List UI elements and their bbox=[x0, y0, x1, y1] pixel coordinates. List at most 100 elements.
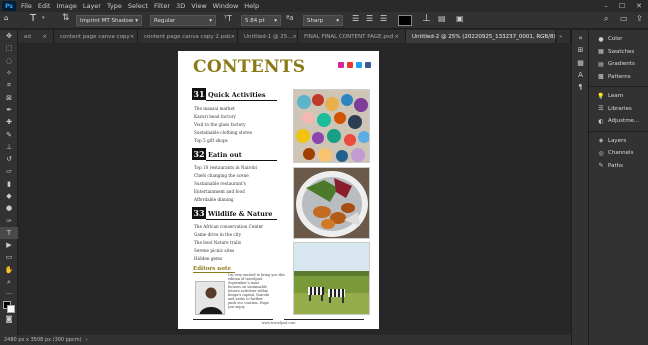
quick-select-tool-icon[interactable]: ✧ bbox=[0, 67, 18, 79]
search-icon[interactable]: ⌕ bbox=[604, 14, 608, 24]
panel-learn[interactable]: 💡 Learn bbox=[589, 90, 648, 103]
panel-paths[interactable]: ✎ Paths bbox=[589, 160, 648, 173]
panel-icon-strip: « ⊞ ▦ A ¶ bbox=[571, 30, 588, 345]
section-underline bbox=[206, 100, 277, 101]
workspace-icon[interactable]: ▭ bbox=[620, 14, 628, 23]
home-icon[interactable]: ⌂ bbox=[4, 14, 8, 22]
photoshop-logo: Ps bbox=[2, 1, 16, 11]
list-item: The best Nature trails bbox=[194, 240, 241, 245]
menu-window[interactable]: Window bbox=[210, 2, 242, 10]
type-tool-icon[interactable]: T bbox=[30, 13, 36, 24]
pen-tool-icon[interactable]: ✑ bbox=[0, 214, 18, 226]
panel-color[interactable]: ● Color bbox=[589, 33, 648, 46]
panel-patterns[interactable]: ▩ Patterns bbox=[589, 71, 648, 84]
document-dimensions: 2480 px x 3508 px (300 ppcm) bbox=[4, 337, 82, 343]
section-heading: Eatin out bbox=[208, 151, 242, 159]
rectangle-tool-icon[interactable]: ▭ bbox=[0, 251, 18, 263]
list-item: Visit to the glass factory bbox=[194, 122, 246, 127]
history-icon[interactable]: ⊞ bbox=[572, 44, 589, 56]
adjustments-icon: ◐ bbox=[598, 117, 604, 125]
text-orientation-icon[interactable]: ⇅ bbox=[62, 13, 70, 23]
more-tools-icon[interactable]: ··· bbox=[0, 288, 18, 300]
panel-layers[interactable]: ◈ Layers bbox=[589, 135, 648, 148]
collapse-panels-icon[interactable]: « bbox=[572, 32, 589, 44]
text-color-swatch[interactable] bbox=[398, 15, 412, 26]
frame-tool-icon[interactable]: ⊠ bbox=[0, 91, 18, 103]
path-select-tool-icon[interactable]: ▶ bbox=[0, 239, 18, 251]
eraser-tool-icon[interactable]: ▱ bbox=[0, 165, 18, 177]
close-icon[interactable]: ✕ bbox=[631, 0, 647, 12]
font-style-select[interactable]: Regular ▾ bbox=[150, 15, 216, 26]
color-icon: ● bbox=[598, 35, 604, 43]
character-panel-icon[interactable]: ▤ bbox=[438, 14, 446, 23]
list-item: Serene picnic sites bbox=[194, 248, 235, 253]
marquee-tool-icon[interactable]: ⬚ bbox=[0, 42, 18, 54]
list-item: Top 10 restaurants in Nairobi bbox=[194, 165, 257, 170]
healing-brush-tool-icon[interactable]: ✚ bbox=[0, 116, 18, 128]
chevron-down-icon[interactable]: ▾ bbox=[42, 15, 45, 21]
align-center-icon[interactable]: ☰ bbox=[366, 14, 373, 23]
hand-tool-icon[interactable]: ✋ bbox=[0, 264, 18, 276]
menu-layer[interactable]: Layer bbox=[80, 2, 104, 10]
dodge-tool-icon[interactable]: ● bbox=[0, 202, 18, 214]
type-tool-icon[interactable]: T bbox=[0, 226, 18, 240]
youtube-icon bbox=[347, 62, 353, 68]
tab-doc-4[interactable]: Untitled-1 @ 25... × bbox=[238, 30, 298, 43]
tab-doc-2[interactable]: content page canva copy × bbox=[54, 30, 138, 43]
antialias-select[interactable]: Sharp ▾ bbox=[303, 15, 343, 26]
minimize-icon[interactable]: – bbox=[598, 0, 614, 12]
chevron-right-icon[interactable]: › bbox=[86, 337, 88, 343]
font-size-icon: ᵀT bbox=[224, 14, 232, 23]
menu-file[interactable]: File bbox=[18, 2, 35, 10]
align-right-icon[interactable]: ☰ bbox=[380, 14, 387, 23]
clone-stamp-tool-icon[interactable]: ⊥ bbox=[0, 141, 18, 153]
move-tool-icon[interactable]: ✥ bbox=[0, 30, 18, 42]
maximize-icon[interactable]: ☐ bbox=[614, 0, 630, 12]
facebook-icon bbox=[365, 62, 371, 68]
tab-overflow-icon[interactable]: » bbox=[556, 30, 571, 43]
font-size-field[interactable]: 5.84 pt ▾ bbox=[241, 15, 281, 26]
paragraph-icon[interactable]: ¶ bbox=[572, 81, 589, 93]
character-icon[interactable]: A bbox=[572, 69, 589, 81]
warp-text-icon[interactable]: ⊥ bbox=[422, 13, 431, 24]
menu-help[interactable]: Help bbox=[241, 2, 262, 10]
lasso-tool-icon[interactable]: ◌ bbox=[0, 55, 18, 67]
crop-tool-icon[interactable]: ⌗ bbox=[0, 79, 18, 91]
gradient-tool-icon[interactable]: ▮ bbox=[0, 178, 18, 190]
menu-3d[interactable]: 3D bbox=[173, 2, 188, 10]
panel-adjustments[interactable]: ◐ Adjustme... bbox=[589, 115, 648, 128]
brush-tool-icon[interactable]: ✎ bbox=[0, 128, 18, 140]
color-swatches-icon[interactable] bbox=[0, 300, 18, 313]
share-icon[interactable]: ⇪ bbox=[636, 14, 643, 23]
panel-swatches[interactable]: ▦ Swatches bbox=[589, 46, 648, 59]
menu-view[interactable]: View bbox=[188, 2, 209, 10]
3d-icon[interactable]: ▣ bbox=[456, 14, 464, 23]
blur-tool-icon[interactable]: ◆ bbox=[0, 190, 18, 202]
align-left-icon[interactable]: ☰ bbox=[352, 14, 359, 23]
font-family-select[interactable]: Imprint MT Shadow ▾ bbox=[76, 15, 142, 26]
tab-doc-5[interactable]: FINAL FINAL CONTENT PAGE.psd × bbox=[298, 30, 406, 43]
properties-icon[interactable]: ▦ bbox=[572, 57, 589, 69]
zoom-tool-icon[interactable]: ⌕ bbox=[0, 276, 18, 288]
eyedropper-tool-icon[interactable]: ✒ bbox=[0, 104, 18, 116]
history-brush-tool-icon[interactable]: ↺ bbox=[0, 153, 18, 165]
zebras-photo bbox=[293, 242, 370, 315]
panel-libraries[interactable]: ☰ Libraries bbox=[589, 103, 648, 116]
menu-filter[interactable]: Filter bbox=[151, 2, 173, 10]
quick-mask-icon[interactable]: ◙ bbox=[0, 313, 18, 325]
twitter-icon bbox=[356, 62, 362, 68]
menu-edit[interactable]: Edit bbox=[35, 2, 54, 10]
list-item: The African conservation Center bbox=[194, 224, 264, 229]
patterns-icon: ▩ bbox=[598, 73, 604, 81]
footer-rule-left bbox=[193, 319, 273, 320]
tab-doc-3[interactable]: content page canva copy 2.psb × bbox=[138, 30, 238, 43]
panel-channels[interactable]: ◎ Channels bbox=[589, 147, 648, 160]
panel-gradients[interactable]: ▤ Gradients bbox=[589, 58, 648, 71]
tab-doc-active[interactable]: Untitled-2 @ 25% (20220925_133237_0001, … bbox=[406, 30, 565, 43]
document-page[interactable]: CONTENTS 31 Quick Activities The maasai … bbox=[178, 51, 379, 329]
menu-image[interactable]: Image bbox=[53, 2, 79, 10]
tab-doc-1[interactable]: ed × bbox=[18, 30, 54, 43]
menu-select[interactable]: Select bbox=[125, 2, 151, 10]
menu-type[interactable]: Type bbox=[104, 2, 125, 10]
libraries-icon: ☰ bbox=[598, 105, 604, 113]
